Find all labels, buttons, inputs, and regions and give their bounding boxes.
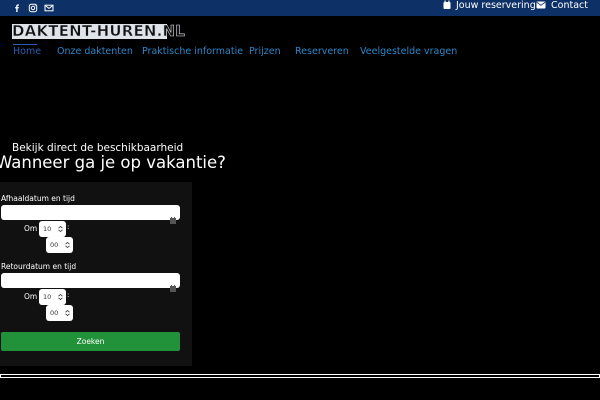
return-at-label: Om [24,292,38,301]
facebook-icon[interactable] [12,3,22,13]
top-bar: Jouw reservering Contact [0,0,600,16]
mail-icon[interactable] [44,3,54,13]
return-hour-value: 10 [43,293,52,301]
chevron-updown-icon [65,241,70,249]
pickup-hour-select[interactable]: 10 [39,221,66,237]
return-minute-select[interactable]: 00 [46,305,73,321]
return-date-input[interactable] [1,273,180,292]
chevron-updown-icon [58,225,63,233]
calendar-icon [170,209,176,224]
pickup-date-input[interactable] [1,205,180,224]
active-nav-indicator [13,44,37,45]
pickup-minute-value: 00 [50,241,59,249]
instagram-icon[interactable] [28,3,38,13]
time-separator: : [67,223,70,231]
pickup-hour-value: 10 [43,225,52,233]
search-button[interactable]: Zoeken [1,332,180,351]
content-divider [0,374,600,378]
logo-text: DAKTENT-HUREN.NL [12,22,186,41]
nav-onze-daktenten[interactable]: Onze daktenten [57,46,133,58]
hero-title: Wanneer ga je op vakantie? [0,153,226,172]
site-logo[interactable]: DAKTENT-HUREN.NL [12,22,185,41]
envelope-icon [536,0,546,13]
calendar-icon [443,0,451,13]
return-hour-select[interactable]: 10 [39,289,66,305]
nav-praktische-informatie[interactable]: Praktische informatie [142,46,243,58]
pickup-minute-select[interactable]: 00 [46,237,73,253]
pickup-label: Afhaaldatum en tijd [1,194,75,203]
pickup-at-label: Om [24,224,38,233]
nav-reserveren[interactable]: Reserveren [295,46,349,58]
calendar-icon [170,277,176,292]
time-separator: : [67,291,70,299]
return-label: Retourdatum en tijd [1,262,77,271]
return-minute-value: 00 [50,309,59,317]
contact-label: Contact [551,0,588,11]
contact-link[interactable]: Contact [536,0,588,16]
nav-prijzen[interactable]: Prijzen [249,46,281,58]
reservation-label: Jouw reservering [456,0,536,11]
chevron-updown-icon [58,293,63,301]
reservation-link[interactable]: Jouw reservering [443,0,536,16]
nav-home[interactable]: Home [13,46,41,58]
chevron-updown-icon [65,309,70,317]
nav-veelgestelde-vragen[interactable]: Veelgestelde vragen [360,46,457,58]
